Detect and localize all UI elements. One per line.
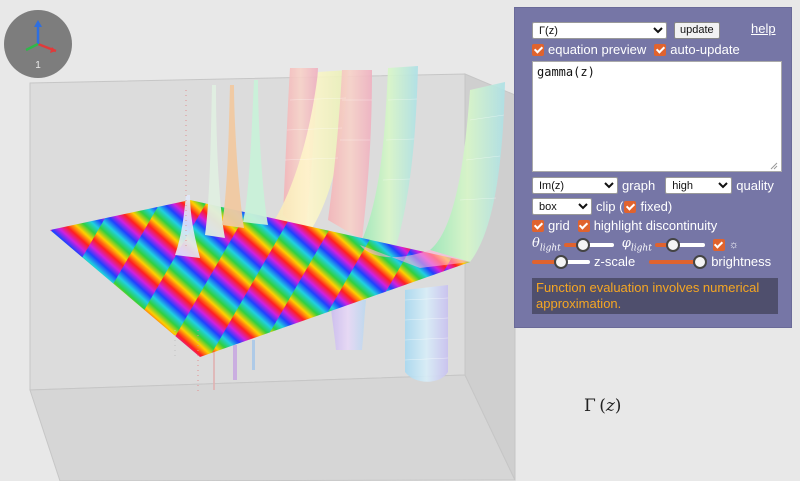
box-floor [29,374,516,481]
z-scale-slider[interactable] [532,254,590,269]
brightness-slider[interactable] [649,254,708,269]
equation-preview-checkbox[interactable] [532,43,544,56]
update-button[interactable]: update [674,22,720,39]
grid-row: grid highlight discontinuity [532,218,717,233]
light-row: θlight φlight ☼ [532,236,739,254]
help-link[interactable]: help [751,21,776,36]
sun-toggle-checkbox[interactable] [712,238,725,251]
equation-preview-label: equation preview [548,42,647,57]
resize-grip-icon[interactable] [770,162,778,170]
brightness-label: brightness [711,254,772,269]
function-row: Γ(z) update [532,22,720,39]
highlight-discontinuity-label: highlight discontinuity [593,218,718,233]
graph-row: Im(z) graph high quality [532,177,778,194]
highlight-discontinuity-checkbox[interactable] [577,219,590,232]
fixed-checkbox[interactable] [624,200,637,213]
grid-label: grid [548,218,570,233]
fixed-label: fixed) [640,199,673,214]
sun-icon: ☼ [728,238,739,251]
grid-checkbox[interactable] [532,219,544,232]
graph-select[interactable]: Im(z) [532,177,618,194]
control-panel: Γ(z) update help equation preview auto-u… [514,7,792,328]
approximation-note: Function evaluation involves numerical a… [532,278,778,314]
phi-light-slider[interactable] [654,237,705,252]
formula-display: Γ (z) [584,396,622,416]
z-scale-label: z-scale [594,254,636,269]
auto-update-label: auto-update [670,42,740,57]
clip-select[interactable]: box [532,198,592,215]
scale-row: z-scale brightness [532,254,775,269]
auto-update-checkbox[interactable] [654,43,667,56]
quality-select[interactable]: high [665,177,733,194]
phi-light-label: φlight [621,236,652,254]
axis-indicator-label: 1 [35,60,41,71]
clip-label: clip ( [596,199,624,214]
theta-light-label: θlight [532,236,561,254]
theta-light-slider[interactable] [563,237,614,252]
clip-row: box clip ( fixed) [532,198,672,215]
equation-input[interactable]: gamma(z) [532,61,782,172]
quality-label: quality [736,178,774,193]
function-select[interactable]: Γ(z) [532,22,667,39]
graph-label: graph [622,178,656,193]
axis-indicator[interactable]: 1 [4,10,72,78]
preview-row: equation preview auto-update [532,42,740,57]
